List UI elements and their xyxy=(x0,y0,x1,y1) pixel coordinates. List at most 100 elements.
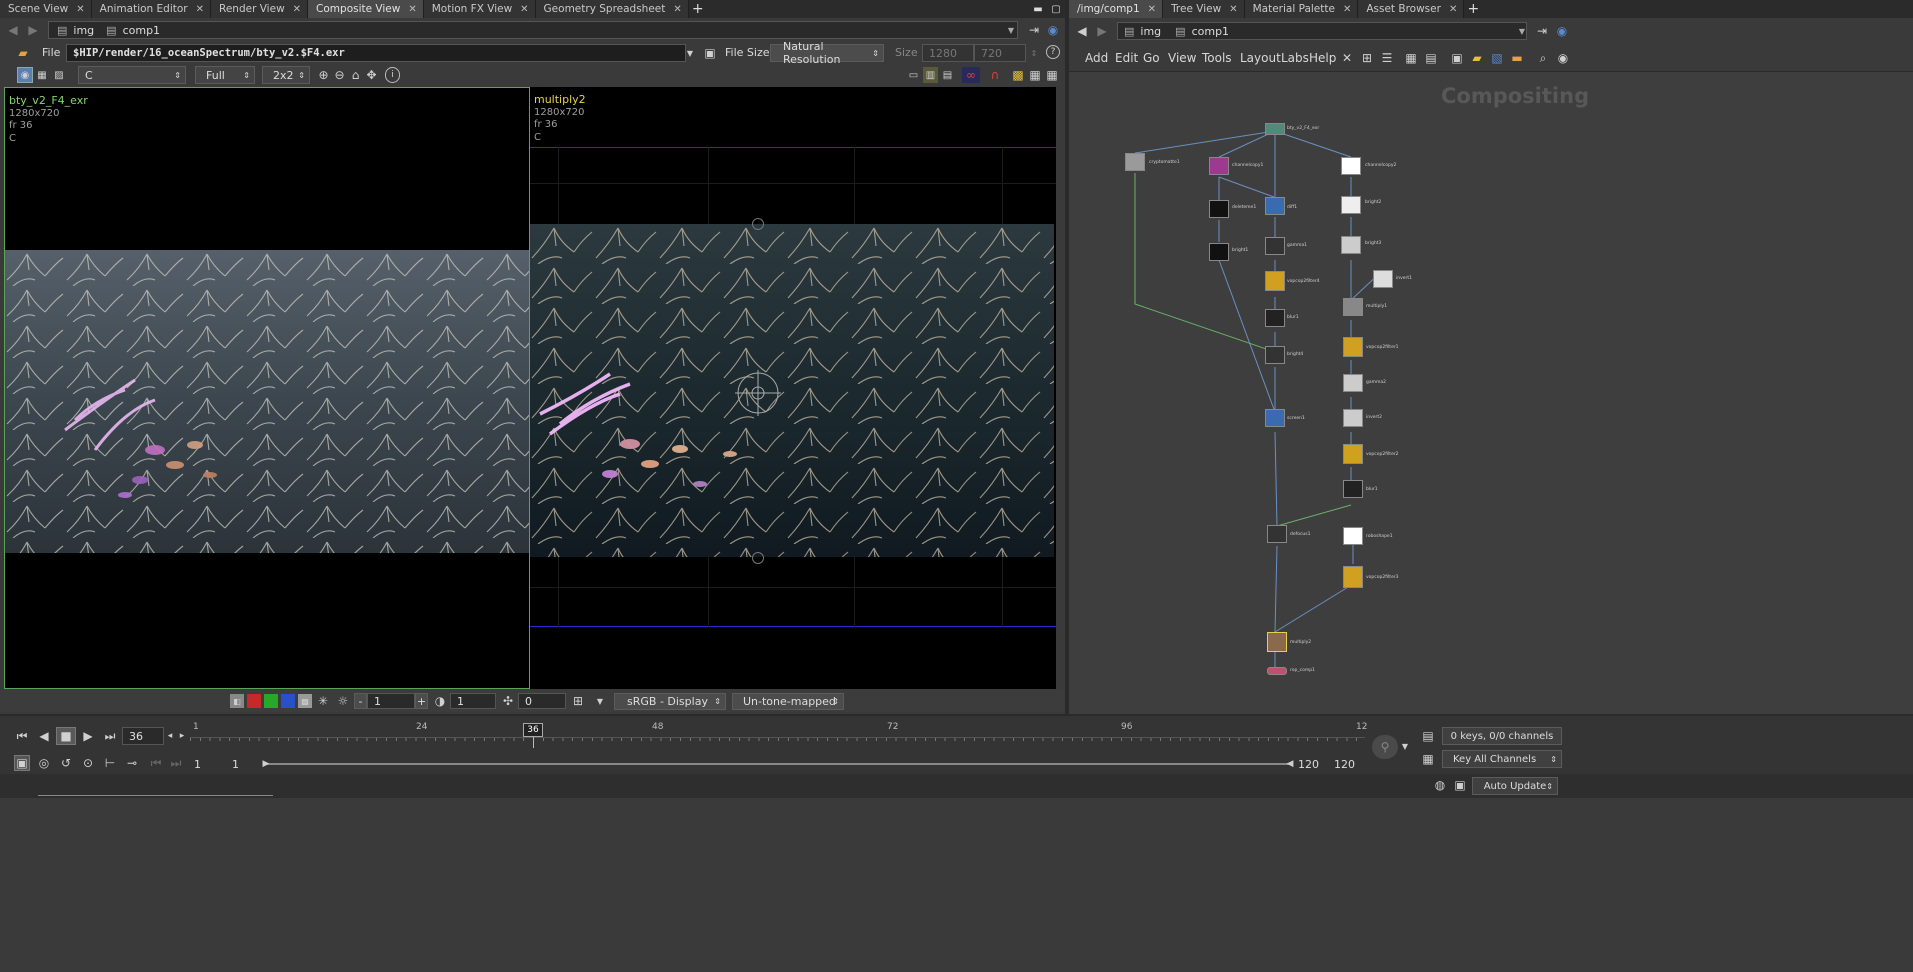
path-net[interactable]: img xyxy=(1140,25,1161,38)
grid-icon[interactable]: ▦ xyxy=(1027,67,1043,83)
node-screen1[interactable] xyxy=(1265,409,1285,427)
eye-icon[interactable]: ◉ xyxy=(1555,50,1571,66)
proxy-menu[interactable]: 2x2 ⇕ xyxy=(262,66,310,84)
node-vopcop2filter3[interactable] xyxy=(1343,566,1363,588)
channel-list-icon[interactable]: ▤ xyxy=(1420,728,1436,744)
file-path-field[interactable]: $HIP/render/16_oceanSpectrum/bty_v2.$F4.… xyxy=(66,44,686,62)
ruler-icon[interactable]: ⊢ xyxy=(102,755,118,771)
sticky-note-icon[interactable]: ▰ xyxy=(1469,50,1485,66)
green-channel-icon[interactable] xyxy=(264,694,278,708)
node-bright2[interactable] xyxy=(1341,196,1361,214)
keyframe-icon[interactable]: ⊸ xyxy=(124,755,140,771)
key-tool-dropdown-icon[interactable]: ▼ xyxy=(1400,739,1410,753)
node-roboshape1[interactable] xyxy=(1343,527,1363,545)
close-icon[interactable]: ✕ xyxy=(1148,4,1156,15)
pane-menu-icon[interactable]: ▬ xyxy=(1029,0,1047,18)
lut-icon[interactable]: ⊞ xyxy=(570,694,586,708)
menu-view[interactable]: View xyxy=(1168,51,1196,65)
zoom-out-icon[interactable]: ⊖ xyxy=(332,67,347,83)
tab-material-palette[interactable]: Material Palette ✕ xyxy=(1244,0,1359,18)
forward-icon[interactable]: ▶ xyxy=(26,23,40,37)
blue-channel-icon[interactable] xyxy=(281,694,295,708)
frame-all-icon[interactable]: ✥ xyxy=(364,67,379,83)
path-dropdown-icon[interactable]: ▼ xyxy=(1006,23,1016,37)
channel-menu[interactable]: C ⇕ xyxy=(78,66,186,84)
close-icon[interactable]: ✕ xyxy=(673,4,681,15)
path-breadcrumb[interactable]: ▤ img ▤ comp1 xyxy=(1117,22,1527,40)
auto-update-menu[interactable]: Auto Update ⇕ xyxy=(1472,777,1558,795)
current-frame-field[interactable]: 36 xyxy=(122,727,164,745)
size-width-field[interactable]: 1280 xyxy=(922,44,974,62)
playhead-marker[interactable]: 36 xyxy=(523,723,543,737)
back-icon[interactable]: ◀ xyxy=(6,23,20,37)
node-vopcop2filter4[interactable] xyxy=(1265,271,1285,291)
target-icon[interactable]: ⊙ xyxy=(80,755,96,771)
update-mode-icon[interactable]: ▣ xyxy=(1452,777,1468,793)
tree-icon[interactable]: ⊞ xyxy=(1359,50,1375,66)
lut-dropdown-icon[interactable]: ▼ xyxy=(594,694,606,708)
folder-icon[interactable]: ▰ xyxy=(14,45,32,61)
select-tool-icon[interactable]: ◉ xyxy=(17,67,33,83)
maximize-icon[interactable]: ▢ xyxy=(1047,0,1065,18)
menu-layout[interactable]: Layout xyxy=(1240,51,1281,65)
add-tab-icon[interactable]: + xyxy=(689,0,707,18)
step-forward-icon[interactable]: ▸ xyxy=(176,727,188,745)
tonemap-menu[interactable]: Un-tone-mapped ⇕ xyxy=(732,693,844,710)
tile-icon[interactable]: ▦ xyxy=(1044,67,1060,83)
bottom-handle-icon[interactable] xyxy=(752,552,764,564)
close-icon[interactable]: ✕ xyxy=(1343,4,1351,15)
node-gamma2[interactable] xyxy=(1343,374,1363,392)
range-end-2-field[interactable]: 120 xyxy=(1334,758,1355,771)
resolution-level-menu[interactable]: Full ⇕ xyxy=(195,66,255,84)
jump-end-icon[interactable]: ⏭ xyxy=(100,727,120,745)
size-dropdown-icon[interactable]: ⇕ xyxy=(1028,45,1040,61)
range-start-2-field[interactable]: 1 xyxy=(232,758,239,771)
offset-field[interactable]: 0 xyxy=(518,693,566,709)
resolution-menu[interactable]: Natural Resolution ⇕ xyxy=(770,40,884,66)
tab-render-view[interactable]: Render View ✕ xyxy=(211,0,309,18)
viewer-left[interactable]: bty_v2_F4_exr 1280x720 fr 36 C xyxy=(4,87,530,689)
node-vopcop2filter1[interactable] xyxy=(1343,337,1363,357)
path-net[interactable]: img xyxy=(73,24,94,37)
zoom-in-icon[interactable]: ⊕ xyxy=(316,67,331,83)
loop-icon[interactable]: ↺ xyxy=(58,755,74,771)
split-view-icon[interactable]: ▥ xyxy=(923,67,938,83)
red-channel-icon[interactable] xyxy=(247,694,261,708)
jump-start-icon[interactable]: ⏮ xyxy=(12,727,32,745)
grid-view-icon[interactable]: ▦ xyxy=(1403,50,1419,66)
node-blur1[interactable] xyxy=(1343,480,1363,498)
exposure-minus-button[interactable]: - xyxy=(354,693,367,709)
snap-icon[interactable]: ▬ xyxy=(1509,50,1525,66)
exposure-icon[interactable]: ✳ xyxy=(316,694,330,708)
close-icon[interactable]: ✕ xyxy=(196,4,204,15)
tab-animation-editor[interactable]: Animation Editor ✕ xyxy=(91,0,212,18)
background-image-icon[interactable]: ▧ xyxy=(1489,50,1505,66)
close-icon[interactable]: ✕ xyxy=(408,4,416,15)
list-icon[interactable]: ☰ xyxy=(1379,50,1395,66)
audio-icon[interactable]: ◎ xyxy=(36,755,52,771)
display-lut-menu[interactable]: sRGB - Display ⇕ xyxy=(614,693,726,710)
node-bright1[interactable] xyxy=(1209,243,1229,261)
home-icon[interactable]: ⌂ xyxy=(348,67,363,83)
file-dropdown-icon[interactable]: ▼ xyxy=(684,45,696,61)
exposure-plus-button[interactable]: + xyxy=(415,693,428,709)
menu-add[interactable]: Add xyxy=(1085,51,1108,65)
key-mode-menu[interactable]: Key All Channels ⇕ xyxy=(1442,750,1562,768)
glasses-icon[interactable]: ∞ xyxy=(962,67,980,83)
exposure-field[interactable]: 1 xyxy=(367,693,415,709)
node-multiply1[interactable] xyxy=(1343,298,1363,316)
link-icon[interactable]: ◉ xyxy=(1045,22,1061,38)
forward-icon[interactable]: ▶ xyxy=(1095,24,1109,38)
link-icon[interactable]: ◉ xyxy=(1554,23,1570,39)
chat-icon[interactable]: ◍ xyxy=(1432,777,1448,793)
node-bright3[interactable] xyxy=(1341,236,1361,254)
range-start-field[interactable]: 1 xyxy=(194,758,201,771)
tab-network[interactable]: /img/comp1 ✕ xyxy=(1069,0,1164,18)
node-rop-comp1[interactable] xyxy=(1267,667,1287,675)
timeline-ruler[interactable]: 1 24 48 72 96 12 36 xyxy=(190,722,1367,748)
node-cryptomatte1[interactable] xyxy=(1125,153,1145,171)
node-bty-v2-f4-exr[interactable] xyxy=(1265,123,1285,135)
pin-icon[interactable]: ⇥ xyxy=(1534,23,1550,39)
layout-icon[interactable]: ▦ xyxy=(34,67,50,83)
path-node[interactable]: comp1 xyxy=(123,24,160,37)
